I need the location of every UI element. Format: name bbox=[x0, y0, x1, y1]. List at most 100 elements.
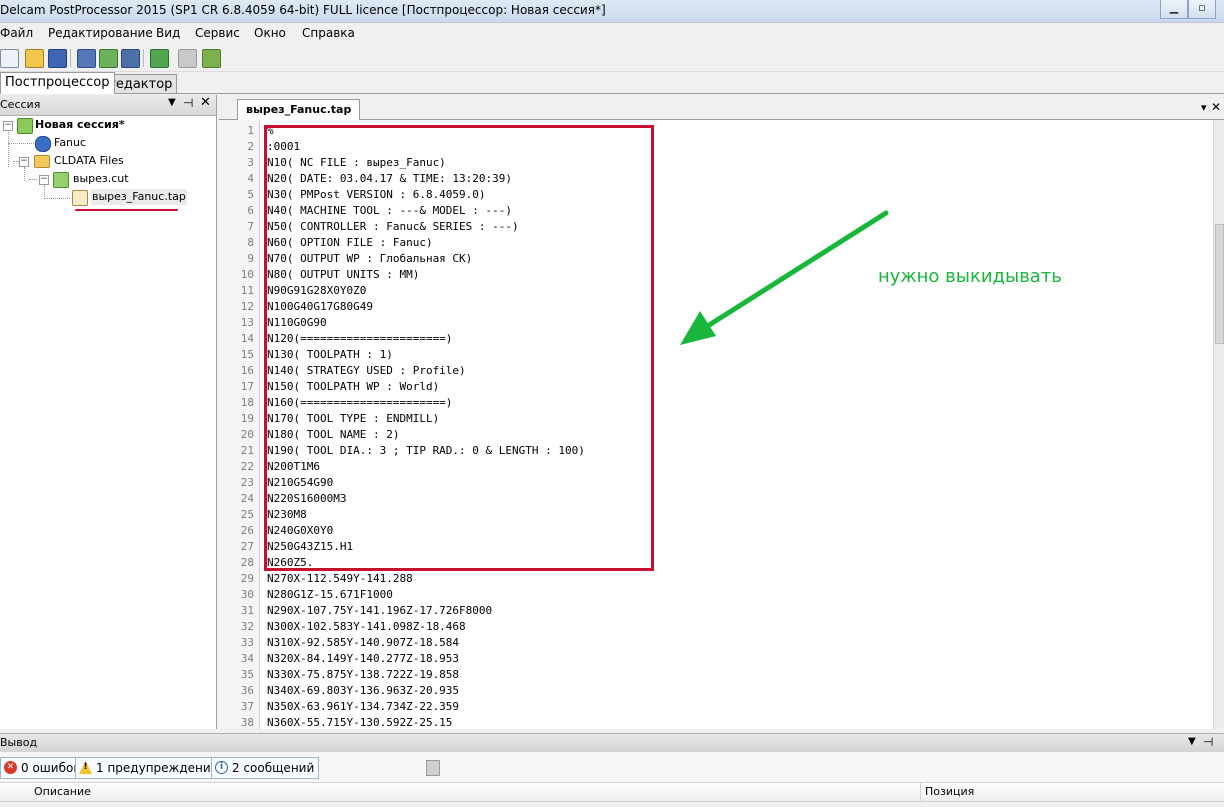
line-number: 16 bbox=[240, 364, 254, 377]
session-panel-title: Сессия bbox=[0, 98, 41, 111]
line-number: 24 bbox=[240, 492, 254, 505]
menu-file[interactable]: Файл bbox=[0, 26, 33, 40]
code-line: N290X-107.75Y-141.196Z-17.726F8000 bbox=[267, 604, 493, 617]
code-line: N340X-69.803Y-136.963Z-20.935 bbox=[267, 684, 460, 697]
warnings-count: 1 предупреждений bbox=[96, 761, 219, 775]
line-number: 34 bbox=[240, 652, 254, 665]
line-number: 32 bbox=[240, 620, 254, 633]
code-line: N320X-84.149Y-140.277Z-18.953 bbox=[267, 652, 460, 665]
line-number: 7 bbox=[247, 220, 254, 233]
toolbar bbox=[0, 45, 1224, 72]
errors-filter-button[interactable]: ✕ 0 ошибок bbox=[0, 757, 86, 779]
line-number: 1 bbox=[247, 124, 254, 137]
line-number: 4 bbox=[247, 172, 254, 185]
close-icon[interactable]: ✕ bbox=[200, 95, 211, 110]
line-number: 26 bbox=[240, 524, 254, 537]
code-line: N300X-102.583Y-141.098Z-18.468 bbox=[267, 620, 466, 633]
tree-line bbox=[8, 143, 34, 144]
code-line: N360X-55.715Y-130.592Z-25.15 bbox=[267, 716, 453, 729]
maximize-button[interactable]: ▫ bbox=[1188, 0, 1216, 19]
tree-item-label: вырез.cut bbox=[73, 172, 129, 185]
line-number: 31 bbox=[240, 604, 254, 617]
line-number: 28 bbox=[240, 556, 254, 569]
line-number: 30 bbox=[240, 588, 254, 601]
menu-edit[interactable]: Редактирование bbox=[48, 26, 153, 40]
copy-output-icon[interactable] bbox=[426, 760, 440, 776]
tree-collapse-toggle[interactable]: − bbox=[3, 121, 13, 131]
process-icon[interactable] bbox=[150, 49, 169, 68]
output-column-headers: Описание Позиция bbox=[0, 783, 1224, 802]
folder-icon bbox=[34, 155, 50, 168]
line-number: 23 bbox=[240, 476, 254, 489]
warnings-filter-button[interactable]: ! 1 предупреждений bbox=[75, 757, 224, 779]
scroll-thumb[interactable] bbox=[1215, 224, 1224, 344]
nc-file-icon bbox=[72, 190, 88, 206]
output-panel-header: Вывод ▼ ⊣ bbox=[0, 733, 1224, 753]
vertical-scrollbar[interactable] bbox=[1213, 120, 1224, 729]
error-icon: ✕ bbox=[4, 761, 17, 774]
panel-menu-icon[interactable]: ▼ bbox=[1188, 736, 1196, 747]
tree-line bbox=[44, 185, 45, 199]
line-number: 2 bbox=[247, 140, 254, 153]
line-number: 11 bbox=[240, 284, 254, 297]
tree-line bbox=[29, 179, 37, 180]
panel-menu-icon[interactable]: ▼ bbox=[168, 97, 176, 108]
pin-icon[interactable]: ⊣ bbox=[183, 96, 193, 110]
session-panel-header: Сессия ▼ ⊣ ✕ bbox=[0, 95, 216, 116]
errors-count: 0 ошибок bbox=[21, 761, 81, 775]
messages-count: 2 сообщений bbox=[232, 761, 315, 775]
tab-postprocessor[interactable]: Постпроцессор bbox=[0, 72, 115, 94]
info-icon: i bbox=[215, 761, 228, 774]
tree-item-label: Fanuc bbox=[54, 136, 87, 149]
toolbar-separator bbox=[70, 49, 71, 67]
tree-line bbox=[24, 167, 25, 181]
save-session-icon[interactable] bbox=[77, 49, 96, 68]
code-line: N350X-63.961Y-134.734Z-22.359 bbox=[267, 700, 460, 713]
pin-icon[interactable]: ⊣ bbox=[1203, 735, 1213, 749]
column-position[interactable]: Позиция bbox=[925, 785, 974, 798]
tab-list-icon[interactable]: ▾ bbox=[1201, 101, 1207, 114]
tree-collapse-toggle[interactable]: − bbox=[19, 157, 29, 167]
tab-divider bbox=[0, 93, 1224, 94]
cldata-file-icon bbox=[53, 172, 69, 188]
line-number-gutter: 1 2 3 4 5 6 7 8 9 10 11 12 13 14 15 16 17 18 19 20 21 22 23 24 2… bbox=[219, 120, 260, 729]
tree-line bbox=[44, 198, 70, 199]
menu-help[interactable]: Справка bbox=[302, 26, 355, 40]
tree-item-label: CLDATA Files bbox=[54, 154, 124, 167]
new-file-icon[interactable] bbox=[0, 49, 19, 68]
line-number: 6 bbox=[247, 204, 254, 217]
line-number: 20 bbox=[240, 428, 254, 441]
line-number: 27 bbox=[240, 540, 254, 553]
process-all-disabled-icon[interactable] bbox=[178, 49, 197, 68]
line-number: 3 bbox=[247, 156, 254, 169]
tree-line bbox=[8, 127, 9, 167]
column-description[interactable]: Описание bbox=[34, 785, 91, 798]
highlight-box bbox=[264, 125, 654, 571]
messages-filter-button[interactable]: i 2 сообщений bbox=[211, 757, 320, 779]
line-number: 8 bbox=[247, 236, 254, 249]
process-selected-icon[interactable] bbox=[202, 49, 221, 68]
add-cldata-icon[interactable] bbox=[99, 49, 118, 68]
menu-view[interactable]: Вид bbox=[156, 26, 180, 40]
line-number: 17 bbox=[240, 380, 254, 393]
open-folder-icon[interactable] bbox=[25, 49, 44, 68]
title-bar: Delcam PostProcessor 2015 (SP1 CR 6.8.40… bbox=[0, 0, 1224, 23]
session-icon bbox=[17, 118, 33, 134]
line-number: 35 bbox=[240, 668, 254, 681]
line-number: 15 bbox=[240, 348, 254, 361]
line-number: 14 bbox=[240, 332, 254, 345]
save-icon[interactable] bbox=[48, 49, 67, 68]
output-panel-title: Вывод bbox=[0, 736, 38, 749]
line-number: 12 bbox=[240, 300, 254, 313]
code-line: N270X-112.549Y-141.288 bbox=[267, 572, 413, 585]
menu-window[interactable]: Окно bbox=[254, 26, 286, 40]
tree-item-label: вырез_Fanuc.tap bbox=[91, 189, 187, 205]
minimize-button[interactable]: ▁ bbox=[1160, 0, 1188, 19]
menu-service[interactable]: Сервис bbox=[195, 26, 240, 40]
close-icon[interactable]: ✕ bbox=[1211, 100, 1221, 114]
save-all-icon[interactable] bbox=[121, 49, 140, 68]
menu-bar: Файл Редактирование Вид Сервис Окно Спра… bbox=[0, 23, 1224, 44]
tree-collapse-toggle[interactable]: − bbox=[39, 175, 49, 185]
line-number: 18 bbox=[240, 396, 254, 409]
tab-file[interactable]: вырез_Fanuc.tap bbox=[237, 99, 361, 120]
